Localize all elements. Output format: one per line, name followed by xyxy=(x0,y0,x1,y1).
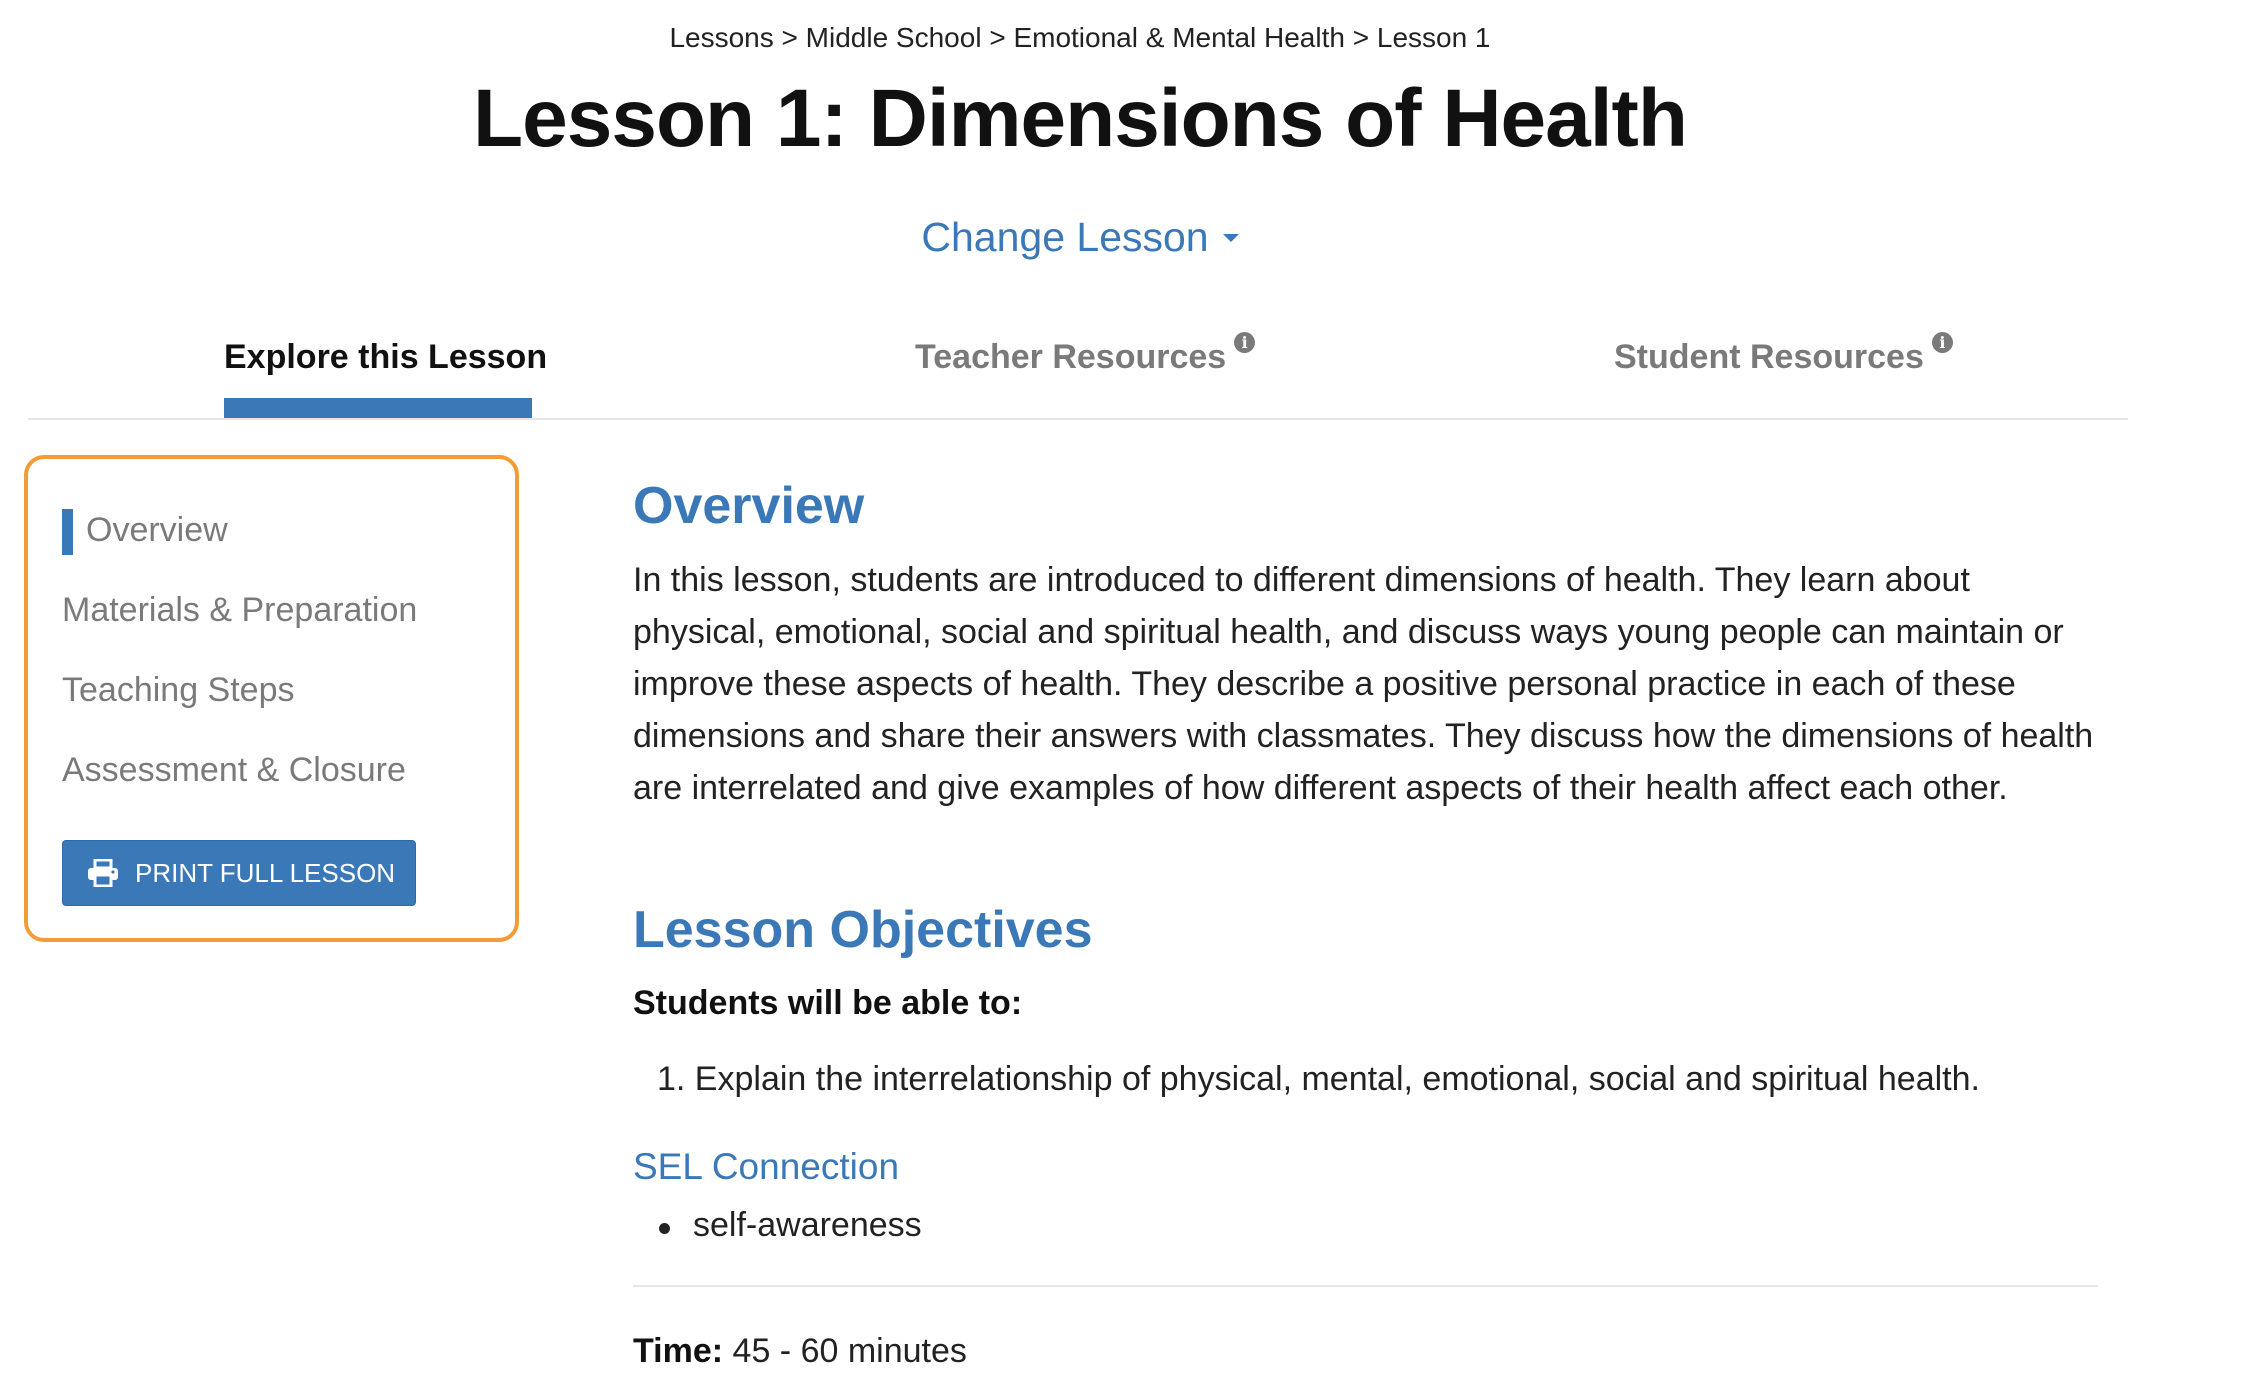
students-able-label: Students will be able to: xyxy=(633,984,1023,1022)
tab-teacher-resources[interactable]: Teacher Resources i xyxy=(915,332,1256,377)
sidenav-item-overview[interactable]: Overview xyxy=(62,509,228,555)
time-label: Time: xyxy=(633,1332,724,1370)
sidenav-item-teaching-steps[interactable]: Teaching Steps xyxy=(62,671,295,710)
sel-list-item: self-awareness xyxy=(659,1206,922,1244)
sel-connection-heading: SEL Connection xyxy=(633,1146,900,1187)
sidenav-item-assessment-closure[interactable]: Assessment & Closure xyxy=(62,751,406,790)
tab-label[interactable]: Explore this Lesson xyxy=(224,338,547,376)
caret-down-icon[interactable] xyxy=(1222,234,1239,243)
overview-heading: Overview xyxy=(633,477,865,535)
tab-explore-this-lesson[interactable]: Explore this Lesson xyxy=(224,338,547,377)
lesson-time: Time: 45 - 60 minutes xyxy=(633,1332,967,1371)
info-icon[interactable]: i xyxy=(1931,332,1953,353)
time-value: 45 - 60 minutes xyxy=(732,1332,967,1370)
page-title: Lesson 1: Dimensions of Health xyxy=(473,73,1688,164)
tab-label[interactable]: Student Resources xyxy=(1614,338,1924,376)
info-icon[interactable]: i xyxy=(1234,332,1256,353)
lesson-tabs: Explore this Lesson Teacher Resources i S… xyxy=(28,320,2128,420)
active-tab-indicator xyxy=(224,398,532,418)
tab-label[interactable]: Teacher Resources xyxy=(915,338,1226,376)
lesson-section-nav: Overview Materials & Preparation Teachin… xyxy=(24,455,519,942)
tab-student-resources[interactable]: Student Resources i xyxy=(1614,332,1953,377)
printer-icon xyxy=(88,859,118,887)
print-full-lesson-button[interactable]: PRINT FULL LESSON xyxy=(62,840,416,906)
breadcrumb[interactable]: Lessons > Middle School > Emotional & Me… xyxy=(0,22,2160,54)
objective-item: 1. Explain the interrelationship of phys… xyxy=(657,1060,1980,1098)
overview-text: In this lesson, students are introduced … xyxy=(633,561,2094,807)
sidenav-item-materials-preparation[interactable]: Materials & Preparation xyxy=(62,591,417,630)
change-lesson-dropdown[interactable]: Change Lesson xyxy=(0,214,2160,261)
print-button-label[interactable]: PRINT FULL LESSON xyxy=(135,858,395,889)
lesson-objectives-heading: Lesson Objectives xyxy=(633,901,1093,959)
lesson-page: Lessons > Middle School > Emotional & Me… xyxy=(0,0,2268,1400)
change-lesson-label[interactable]: Change Lesson xyxy=(921,214,1208,260)
divider xyxy=(633,1285,2098,1287)
